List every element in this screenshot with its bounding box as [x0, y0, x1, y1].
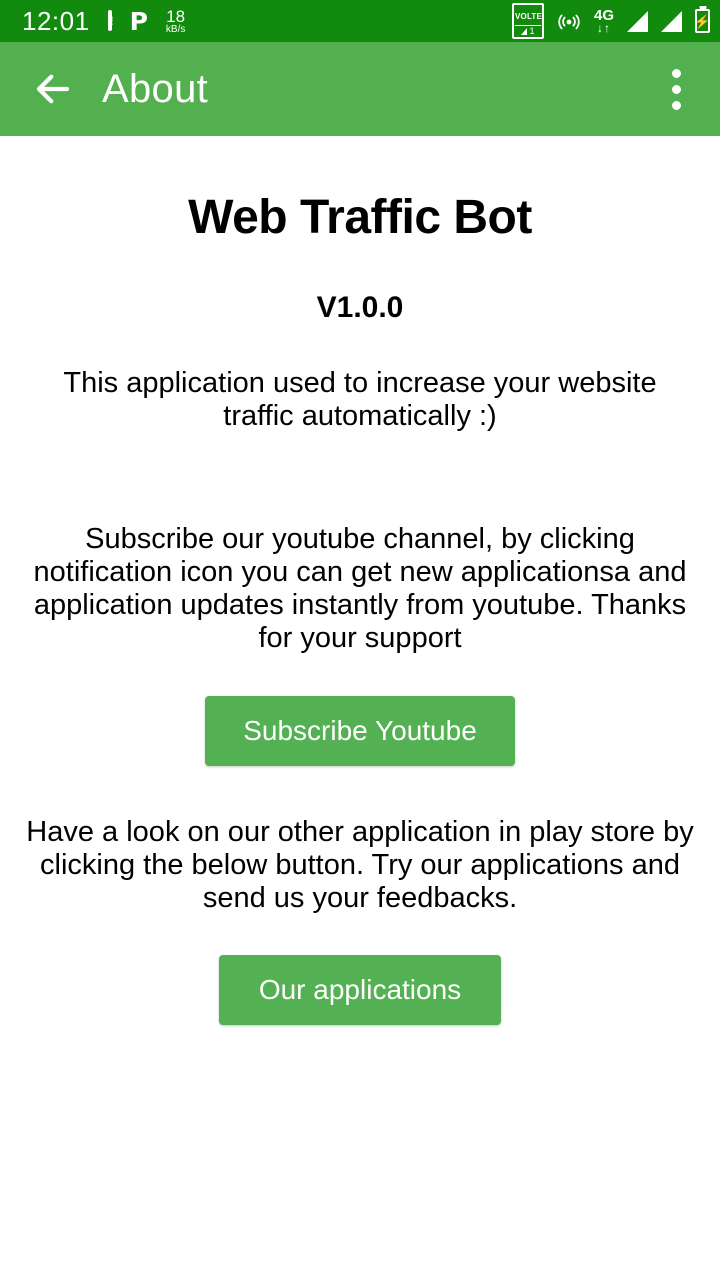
volte-sim-row: 1	[514, 25, 541, 36]
network-activity-arrows: ↓↑	[596, 20, 611, 35]
signal-bars-icon	[627, 10, 648, 32]
status-bar-left: 12:01 P 18 kB/s	[22, 8, 185, 35]
status-clock: 12:01	[22, 6, 90, 36]
overflow-dot-1	[671, 68, 681, 78]
volte-sim-number: 1	[529, 26, 535, 36]
page-title: About	[102, 66, 209, 111]
battery-bolt-glyph: ⚡	[694, 13, 711, 29]
overflow-dot-3	[671, 100, 681, 110]
back-arrow-icon[interactable]	[30, 66, 76, 112]
signal-bars-icon-2	[661, 10, 682, 32]
battery-charging-icon: ⚡	[694, 9, 711, 33]
playstore-paragraph-text: Have a look on our other application in …	[26, 816, 694, 914]
pocket-icon: P	[129, 6, 148, 36]
overflow-menu-icon[interactable]	[654, 63, 698, 115]
volte-triangle-icon	[521, 27, 528, 35]
network-type-icon: 4G ↓↑	[594, 8, 614, 35]
network-speed-unit: kB/s	[165, 23, 186, 35]
volte-icon: VOLTE 1	[511, 3, 544, 39]
status-bar: 12:01 P 18 kB/s VOLTE 1	[0, 0, 720, 42]
network-speed-value: 18	[166, 6, 186, 26]
about-content: Web Traffic Bot V1.0.0 This application …	[0, 190, 720, 1025]
volte-label: VOLTE	[514, 12, 543, 21]
app-name-heading: Web Traffic Bot	[188, 191, 532, 244]
network-speed-indicator: 18 kB/s	[166, 8, 185, 35]
subscribe-youtube-button[interactable]: Subscribe Youtube	[205, 696, 515, 766]
overflow-dot-2	[671, 84, 681, 94]
hotspot-icon	[557, 9, 581, 33]
youtube-paragraph-text: Subscribe our youtube channel, by clicki…	[33, 523, 687, 654]
app-version-label: V1.0.0	[316, 291, 404, 324]
our-applications-button[interactable]: Our applications	[218, 955, 502, 1025]
app-description-text: This application used to increase your w…	[63, 367, 657, 432]
about-screen: 12:01 P 18 kB/s VOLTE 1	[0, 0, 720, 1280]
app-bar: About	[0, 42, 720, 136]
status-bar-right: VOLTE 1 4G ↓↑ ⚡	[511, 3, 711, 39]
